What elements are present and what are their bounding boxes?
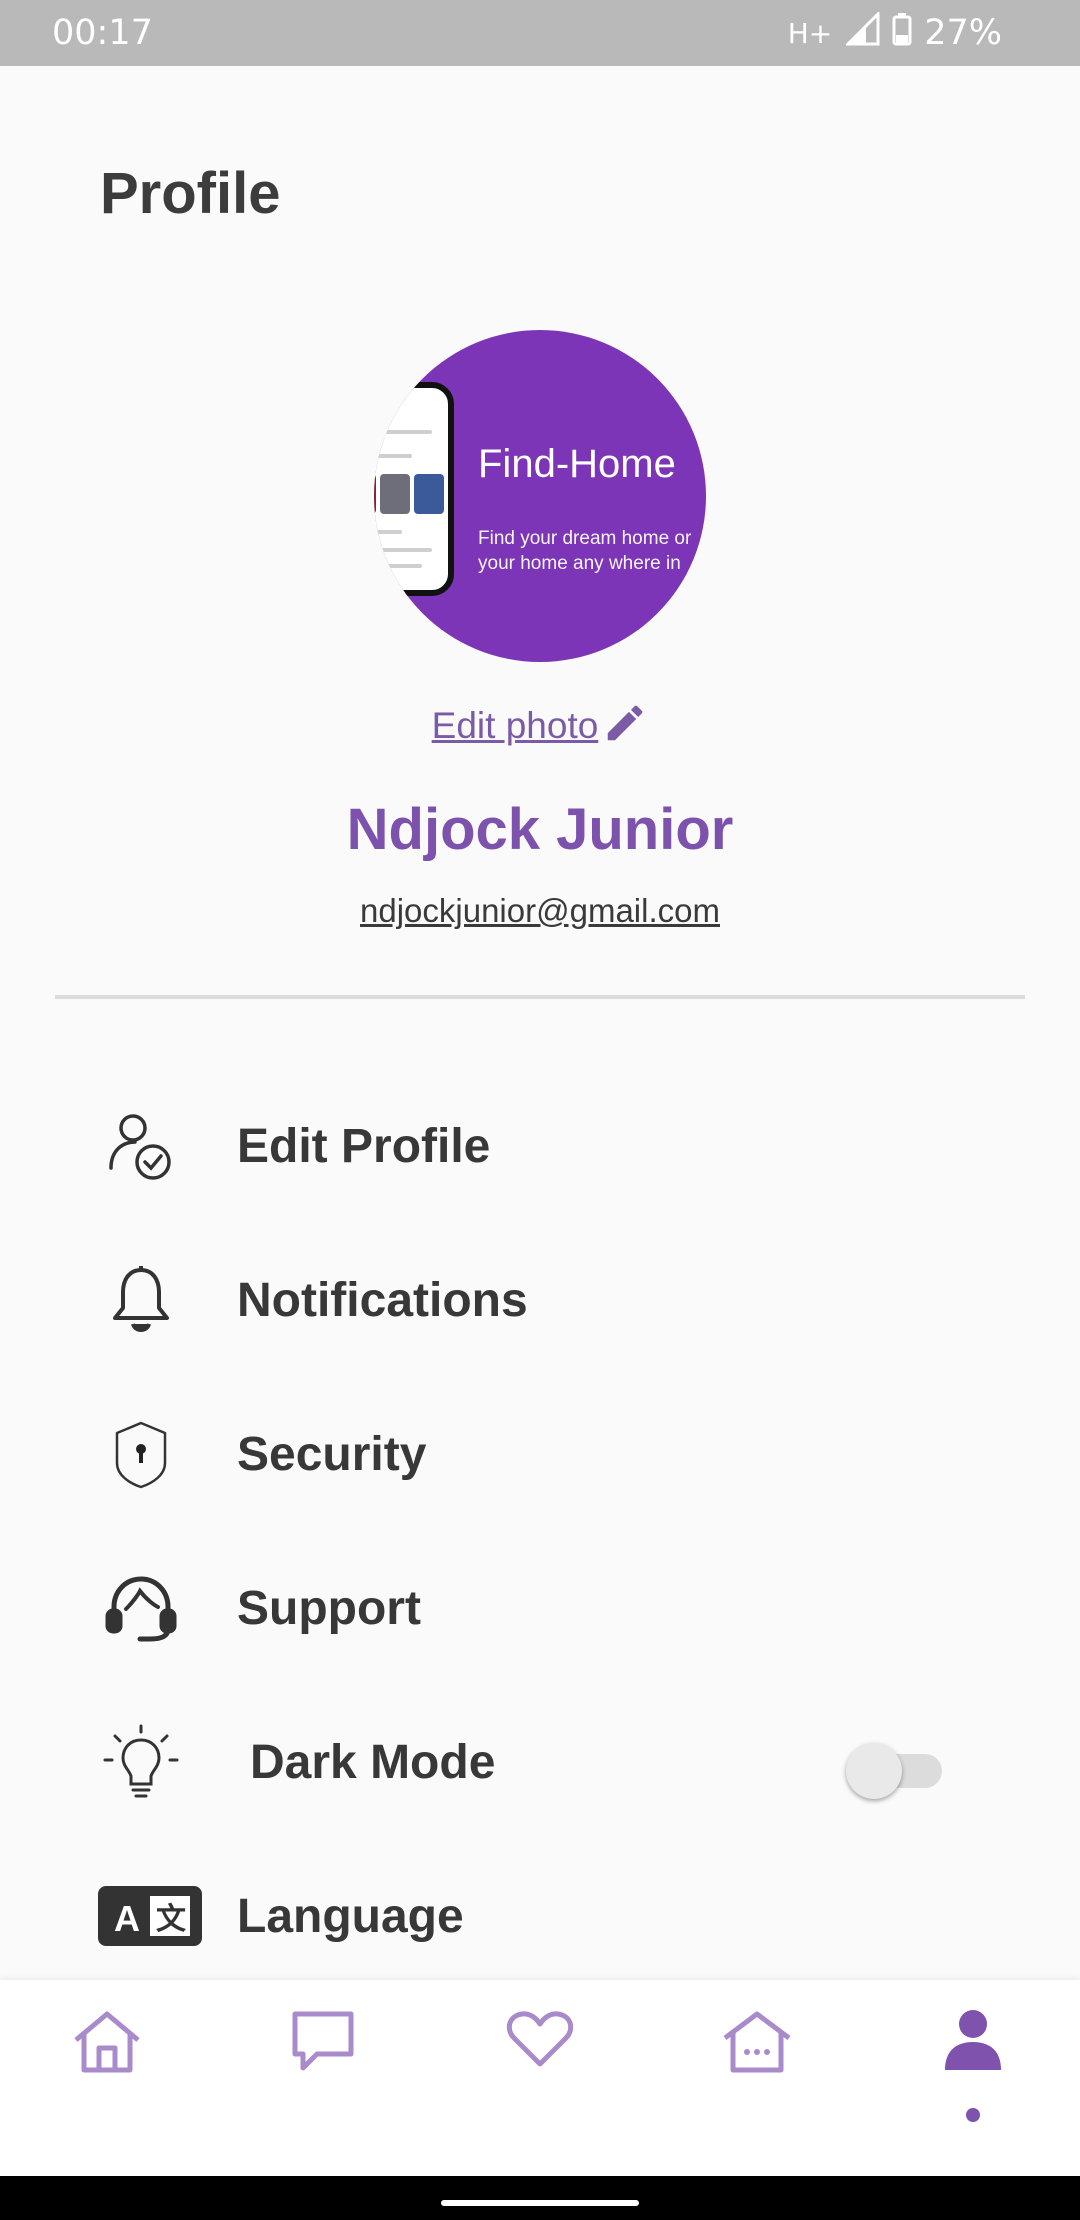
- status-indicators: H+ 27%: [787, 9, 1002, 55]
- menu-label-notifications: Notifications: [237, 1273, 528, 1327]
- house-dots-icon: [721, 2008, 793, 2079]
- dark-mode-toggle[interactable]: [846, 1743, 946, 1799]
- menu-label-dark-mode: Dark Mode: [250, 1735, 496, 1789]
- active-indicator-dot: [966, 2108, 980, 2122]
- nav-profile[interactable]: [918, 2008, 1028, 2128]
- divider: [55, 995, 1025, 999]
- phone-mockup-image: [374, 382, 454, 596]
- edit-photo-label: Edit photo: [431, 704, 599, 746]
- bell-icon: [96, 1255, 186, 1345]
- menu-label-support: Support: [237, 1581, 421, 1635]
- network-type: H+: [787, 16, 833, 50]
- battery-level: 27%: [924, 13, 1002, 53]
- nav-messages[interactable]: [268, 2008, 378, 2128]
- menu-item-edit-profile[interactable]: Edit Profile: [0, 1086, 1080, 1206]
- battery-icon: [892, 12, 912, 55]
- svg-text:A: A: [114, 1898, 140, 1939]
- user-check-icon: [96, 1101, 186, 1191]
- status-time: 00:17: [52, 13, 153, 53]
- menu-item-security[interactable]: Security: [0, 1394, 1080, 1514]
- toggle-knob: [846, 1743, 902, 1799]
- heart-icon: [506, 2008, 574, 2075]
- pencil-icon: [602, 700, 648, 751]
- nav-listings[interactable]: [702, 2008, 812, 2128]
- svg-text:文: 文: [156, 1902, 186, 1937]
- person-icon: [943, 2008, 1003, 2079]
- translate-icon: A 文: [98, 1871, 202, 1961]
- nav-favorites[interactable]: [485, 2008, 595, 2128]
- avatar-brand-text: Find-Home: [478, 442, 676, 486]
- signal-icon: [844, 9, 880, 55]
- menu-label-security: Security: [237, 1427, 427, 1481]
- user-email: ndjockjunior@gmail.com: [360, 892, 720, 929]
- gesture-nav-bar: [0, 2176, 1080, 2220]
- nav-home[interactable]: [52, 2008, 162, 2128]
- profile-avatar[interactable]: Find-Home Find your dream home or your h…: [374, 330, 706, 662]
- lightbulb-icon: [96, 1717, 186, 1807]
- menu-item-notifications[interactable]: Notifications: [0, 1240, 1080, 1360]
- edit-photo-link[interactable]: Edit photo: [0, 700, 1080, 751]
- menu-label-language: Language: [237, 1889, 464, 1943]
- menu-label-edit-profile: Edit Profile: [237, 1119, 491, 1173]
- user-name: Ndjock Junior: [346, 797, 734, 862]
- status-bar: 00:17 H+ 27%: [0, 0, 1080, 66]
- home-icon: [72, 2008, 142, 2079]
- home-gesture-handle[interactable]: [441, 2200, 639, 2206]
- page-title: Profile: [100, 161, 281, 226]
- chat-icon: [289, 2008, 357, 2079]
- menu-item-support[interactable]: Support: [0, 1548, 1080, 1668]
- shield-icon: [96, 1409, 186, 1499]
- headset-icon: [96, 1563, 186, 1653]
- bottom-nav: [0, 1980, 1080, 2176]
- menu-item-language[interactable]: A 文 Language: [0, 1856, 1080, 1976]
- avatar-tagline: Find your dream home or your home any wh…: [478, 528, 692, 574]
